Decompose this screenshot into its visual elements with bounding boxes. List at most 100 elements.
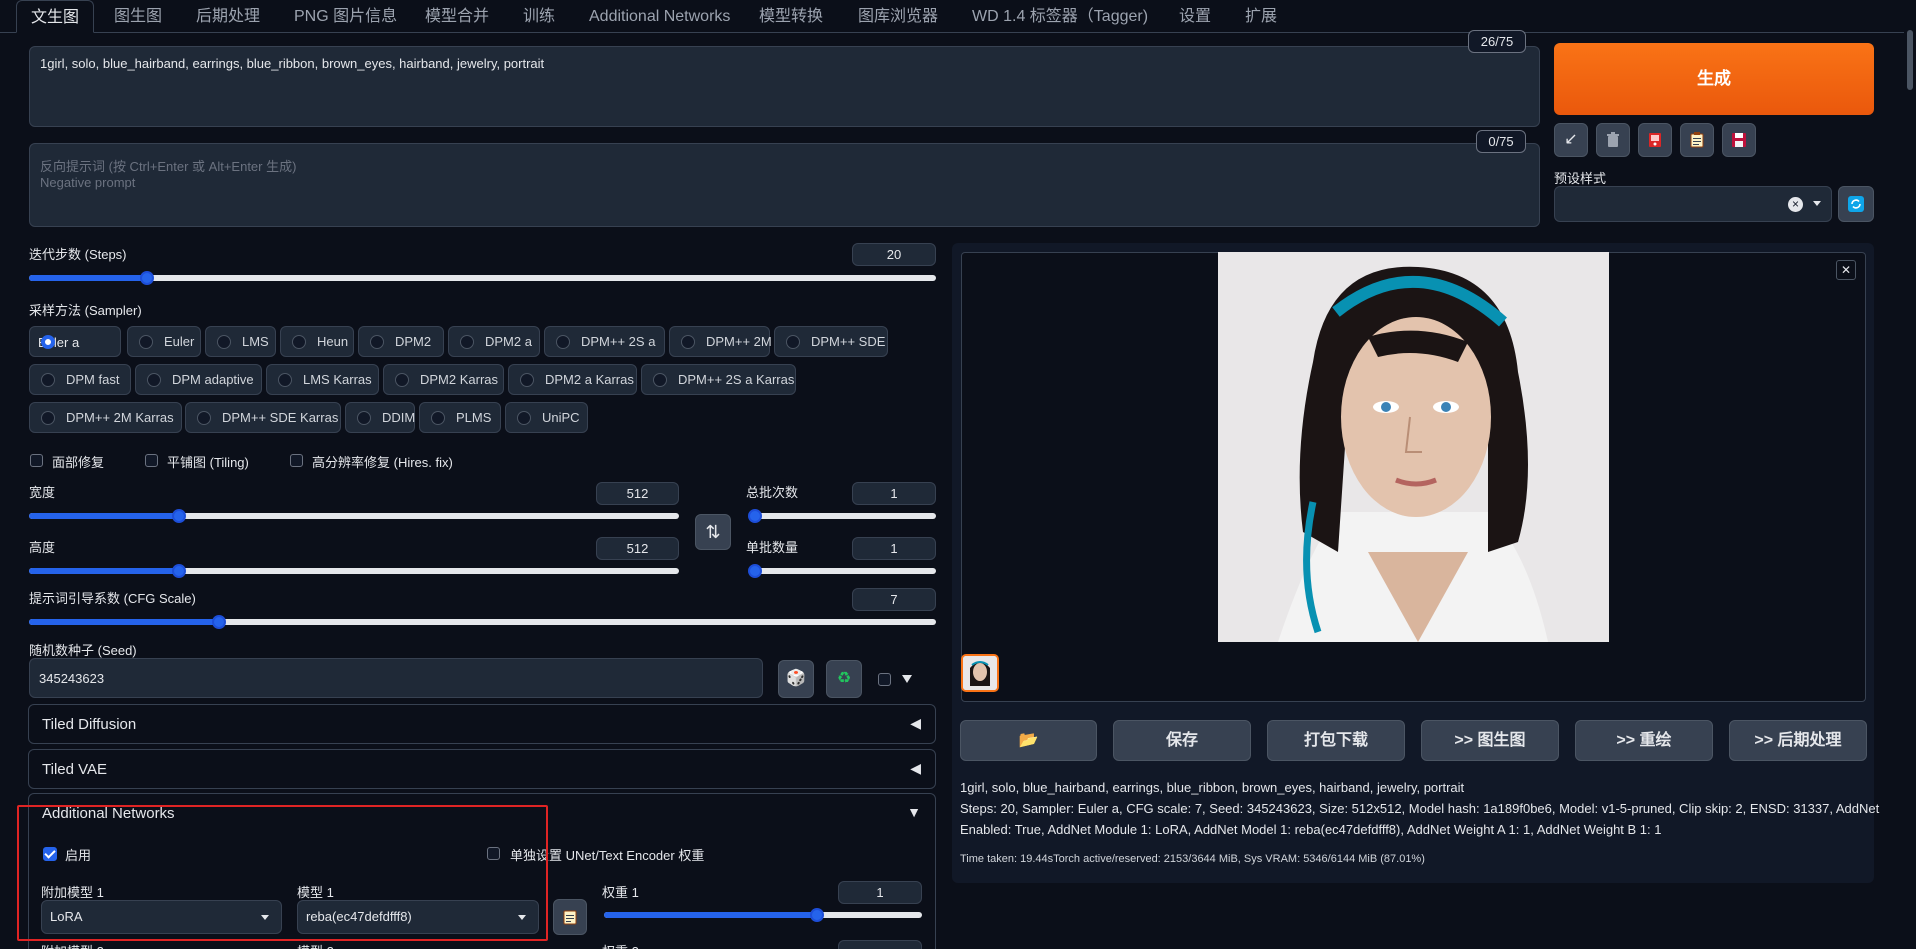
expand-down-icon[interactable]: ▼ [907,804,921,820]
height-slider-thumb[interactable] [171,564,186,578]
batch-size-slider-thumb[interactable] [748,564,762,578]
face-restore-checkbox[interactable] [30,454,43,467]
prompt-input[interactable]: 1girl, solo, blue_hairband, earrings, bl… [29,46,1540,127]
accordion-tiled-vae[interactable]: Tiled VAE ◀ [28,749,936,789]
scrollbar-thumb[interactable] [1907,30,1913,90]
sampler-option[interactable]: DPM2 Karras [383,364,504,395]
radio-icon [556,335,570,349]
sampler-option[interactable]: DPM++ 2S a [544,326,665,357]
sampler-option[interactable]: Euler a [29,326,121,357]
save-button[interactable]: 保存 [1113,720,1251,761]
tiling-checkbox[interactable] [145,454,158,467]
refresh-styles-button[interactable] [1838,186,1874,222]
send-to-extras-button[interactable]: >> 后期处理 [1729,720,1867,761]
show-extra-networks-button[interactable] [1638,123,1672,157]
width-slider-thumb[interactable] [171,509,186,523]
sampler-option[interactable]: DPM2 a Karras [508,364,637,395]
expand-triangle-icon[interactable] [902,675,912,683]
sampler-option[interactable]: DPM++ SDE Karras [185,402,341,433]
batch-size-slider[interactable] [748,564,936,578]
width-slider[interactable] [29,509,679,523]
tab-png-info[interactable]: PNG 图片信息 [294,0,397,33]
reuse-seed-button[interactable]: ♻ [826,660,862,698]
tab-additional-networks[interactable]: Additional Networks [589,0,730,33]
tab-extras[interactable]: 后期处理 [196,0,260,33]
sampler-option[interactable]: Euler [127,326,201,357]
random-seed-button[interactable]: 🎲 [778,660,814,698]
batch-count-slider[interactable] [748,509,936,523]
generated-image[interactable] [1218,252,1609,642]
tab-txt2img[interactable]: 文生图 [16,0,95,33]
sampler-option[interactable]: LMS [205,326,276,357]
batch-size-input[interactable]: 1 [852,537,936,560]
gallery-thumbnail[interactable] [961,654,999,692]
addnet-model-info-button[interactable] [553,899,587,935]
paste-params-button[interactable]: ↙ [1554,123,1588,157]
apply-style-button[interactable] [1680,123,1714,157]
radio-icon [395,373,409,387]
swap-dimensions-button[interactable]: ⇅ [695,514,731,550]
open-folder-button[interactable]: 📂 [960,720,1097,761]
sampler-option[interactable]: DPM adaptive [135,364,262,395]
sampler-option[interactable]: DPM++ 2M Karras [29,402,182,433]
addnet-weight-input[interactable]: 1 [838,881,922,904]
sampler-option[interactable]: LMS Karras [266,364,379,395]
sampler-option[interactable]: DPM++ 2S a Karras [641,364,796,395]
sampler-option[interactable]: DDIM [345,402,415,433]
clear-prompt-button[interactable] [1596,123,1630,157]
cfg-input[interactable]: 7 [852,588,936,611]
sampler-option[interactable]: UniPC [505,402,588,433]
tab-settings[interactable]: 设置 [1179,0,1211,33]
scrollbar[interactable] [1904,0,1916,949]
steps-slider-thumb[interactable] [139,271,154,285]
generate-button[interactable]: 生成 [1554,43,1874,115]
tab-img2img[interactable]: 图生图 [114,0,162,33]
height-input[interactable]: 512 [596,537,679,560]
sampler-option[interactable]: DPM2 a [448,326,540,357]
tab-model-convert[interactable]: 模型转换 [759,0,823,33]
steps-input[interactable]: 20 [852,243,936,266]
close-icon[interactable]: ✕ [1836,260,1856,280]
steps-label: 迭代步数 (Steps) [29,247,127,262]
steps-slider[interactable] [29,271,936,285]
radio-icon [139,335,153,349]
styles-dropdown[interactable]: × [1554,186,1832,222]
tab-train[interactable]: 训练 [523,0,555,33]
negative-prompt-input[interactable]: 反向提示词 (按 Ctrl+Enter 或 Alt+Enter 生成) Nega… [29,143,1540,227]
extra-seed-checkbox[interactable] [878,673,891,686]
prompt-token-counter: 26/75 [1468,30,1526,53]
height-slider[interactable] [29,564,679,578]
send-to-inpaint-button[interactable]: >> 重绘 [1575,720,1713,761]
sampler-option-label: DPM++ 2M [706,334,772,349]
tab-image-browser[interactable]: 图库浏览器 [858,0,938,33]
sampler-option[interactable]: PLMS [419,402,501,433]
tab-tagger[interactable]: WD 1.4 标签器（Tagger) [972,0,1148,33]
cfg-slider-thumb[interactable] [212,615,227,629]
seed-input[interactable]: 345243623 [29,658,763,698]
radio-icon [520,373,534,387]
sampler-option[interactable]: DPM2 [358,326,444,357]
hires-fix-checkbox[interactable] [290,454,303,467]
tab-extensions[interactable]: 扩展 [1245,0,1277,33]
face-restore-label: 面部修复 [52,455,105,470]
batch-count-input[interactable]: 1 [852,482,936,505]
tab-checkpoint-merger[interactable]: 模型合并 [425,0,489,33]
sampler-option[interactable]: DPM++ SDE [774,326,888,357]
cfg-slider[interactable] [29,615,936,629]
accordion-tiled-diffusion[interactable]: Tiled Diffusion ◀ [28,704,936,744]
radio-icon [41,411,55,425]
batch-count-slider-thumb[interactable] [748,509,762,523]
addnet-weight-slider[interactable] [604,908,922,922]
save-style-button[interactable] [1722,123,1756,157]
download-zip-button[interactable]: 打包下载 [1267,720,1405,761]
clear-icon[interactable]: × [1788,197,1803,212]
send-to-img2img-button[interactable]: >> 图生图 [1421,720,1559,761]
sampler-option-label: DPM++ SDE [811,334,886,349]
sampler-option-label: DPM++ 2M Karras [66,410,174,425]
sampler-option[interactable]: DPM++ 2M [669,326,772,357]
sampler-option[interactable]: DPM fast [29,364,131,395]
addnet-weight-2-input[interactable] [838,940,922,949]
sampler-option[interactable]: Heun [280,326,354,357]
width-input[interactable]: 512 [596,482,679,505]
addnet-weight-slider-thumb[interactable] [810,908,825,922]
